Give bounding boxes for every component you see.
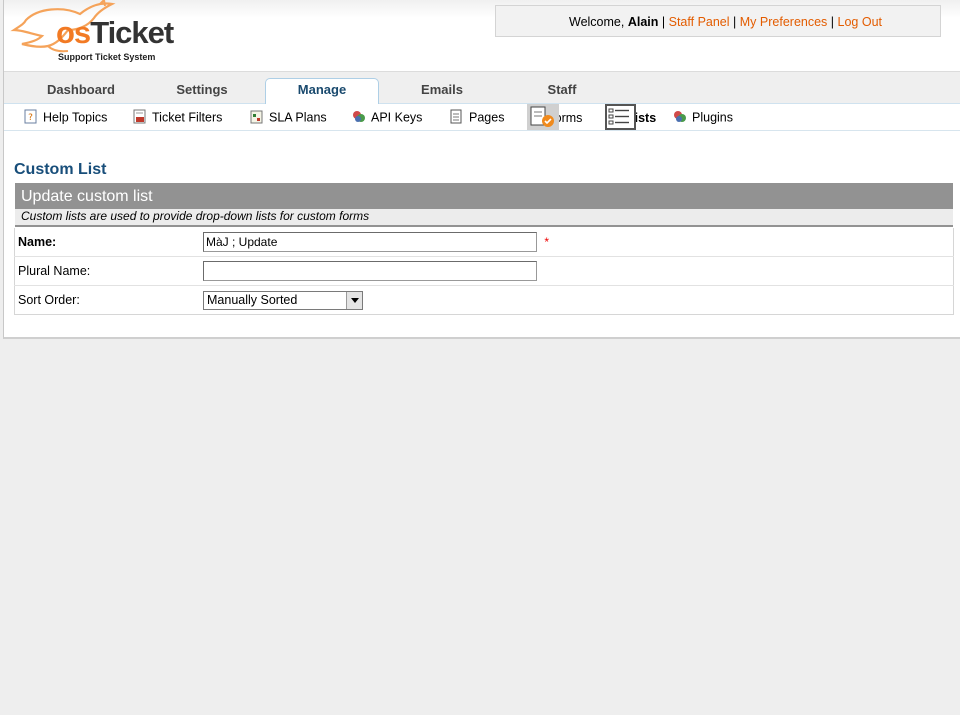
page-container: osTicket Support Ticket System Welcome, … (3, 0, 960, 339)
user-name: Alain (627, 15, 659, 29)
subnav-sla-plans[interactable]: SLA Plans (250, 108, 327, 126)
tab-manage[interactable]: Manage (265, 78, 379, 104)
plural-name-label: Plural Name: (14, 256, 203, 286)
sort-order-value: Manually Sorted (207, 292, 298, 307)
tab-settings[interactable]: Settings (152, 78, 252, 103)
subnav-api-keys[interactable]: API Keys (352, 108, 422, 126)
form-title: Update custom list (21, 188, 153, 205)
name-input[interactable] (203, 232, 537, 252)
svg-text:?: ? (28, 113, 33, 123)
tab-emails[interactable]: Emails (392, 78, 492, 103)
lists-icon (605, 104, 636, 130)
ticket-filters-icon (133, 109, 146, 124)
sla-plans-icon (250, 110, 263, 124)
subnav-plugins[interactable]: Plugins (673, 108, 733, 126)
name-label: Name: (14, 227, 203, 257)
sort-order-select[interactable]: Manually Sorted (203, 290, 363, 310)
forms-icon (527, 104, 559, 130)
separator: | (830, 15, 835, 29)
osticket-logo[interactable]: osTicket Support Ticket System (8, 0, 190, 68)
sub-nav: ? Help Topics Ticket Filters SLA Plans AP… (4, 104, 960, 131)
name-row: Name: * (14, 227, 954, 257)
main-nav: Dashboard Settings Manage Emails Staff (4, 72, 960, 104)
separator: | (661, 15, 666, 29)
tab-dashboard[interactable]: Dashboard (31, 78, 131, 103)
staff-panel-link[interactable]: Staff Panel (669, 15, 730, 29)
subnav-lists[interactable]: Lists (605, 104, 656, 130)
subnav-ticket-filters[interactable]: Ticket Filters (133, 108, 222, 126)
sort-order-label: Sort Order: (14, 285, 203, 315)
sort-order-row: Sort Order: Manually Sorted (14, 285, 954, 315)
pages-icon (450, 109, 462, 124)
subnav-forms[interactable]: Forms (527, 104, 582, 130)
tab-staff[interactable]: Staff (512, 78, 612, 103)
subnav-pages[interactable]: Pages (450, 108, 504, 126)
page-title: Custom List (14, 161, 107, 178)
welcome-label: Welcome, (569, 15, 625, 29)
subnav-help-topics[interactable]: ? Help Topics (24, 108, 107, 126)
plugins-icon (674, 111, 686, 123)
log-out-link[interactable]: Log Out (838, 15, 882, 29)
logo-subtitle: Support Ticket System (58, 52, 156, 62)
plural-name-input[interactable] (203, 261, 537, 281)
required-indicator: * (544, 235, 550, 249)
api-keys-icon (353, 111, 365, 123)
custom-list-form: Update custom list Custom lists are used… (14, 182, 954, 315)
help-topics-icon: ? (24, 109, 37, 124)
form-description: Custom lists are used to provide drop-do… (15, 209, 953, 225)
chevron-down-icon[interactable] (346, 291, 362, 309)
user-info-bar: Welcome, Alain | Staff Panel | My Prefer… (495, 5, 941, 37)
form-header: Update custom list Custom lists are used… (14, 182, 954, 228)
header: osTicket Support Ticket System Welcome, … (4, 0, 960, 72)
my-preferences-link[interactable]: My Preferences (740, 15, 828, 29)
plural-name-row: Plural Name: (14, 256, 954, 286)
main-content: Custom List Update custom list Custom li… (14, 160, 955, 315)
separator: | (733, 15, 737, 29)
logo-wordmark: osTicket (56, 15, 174, 50)
